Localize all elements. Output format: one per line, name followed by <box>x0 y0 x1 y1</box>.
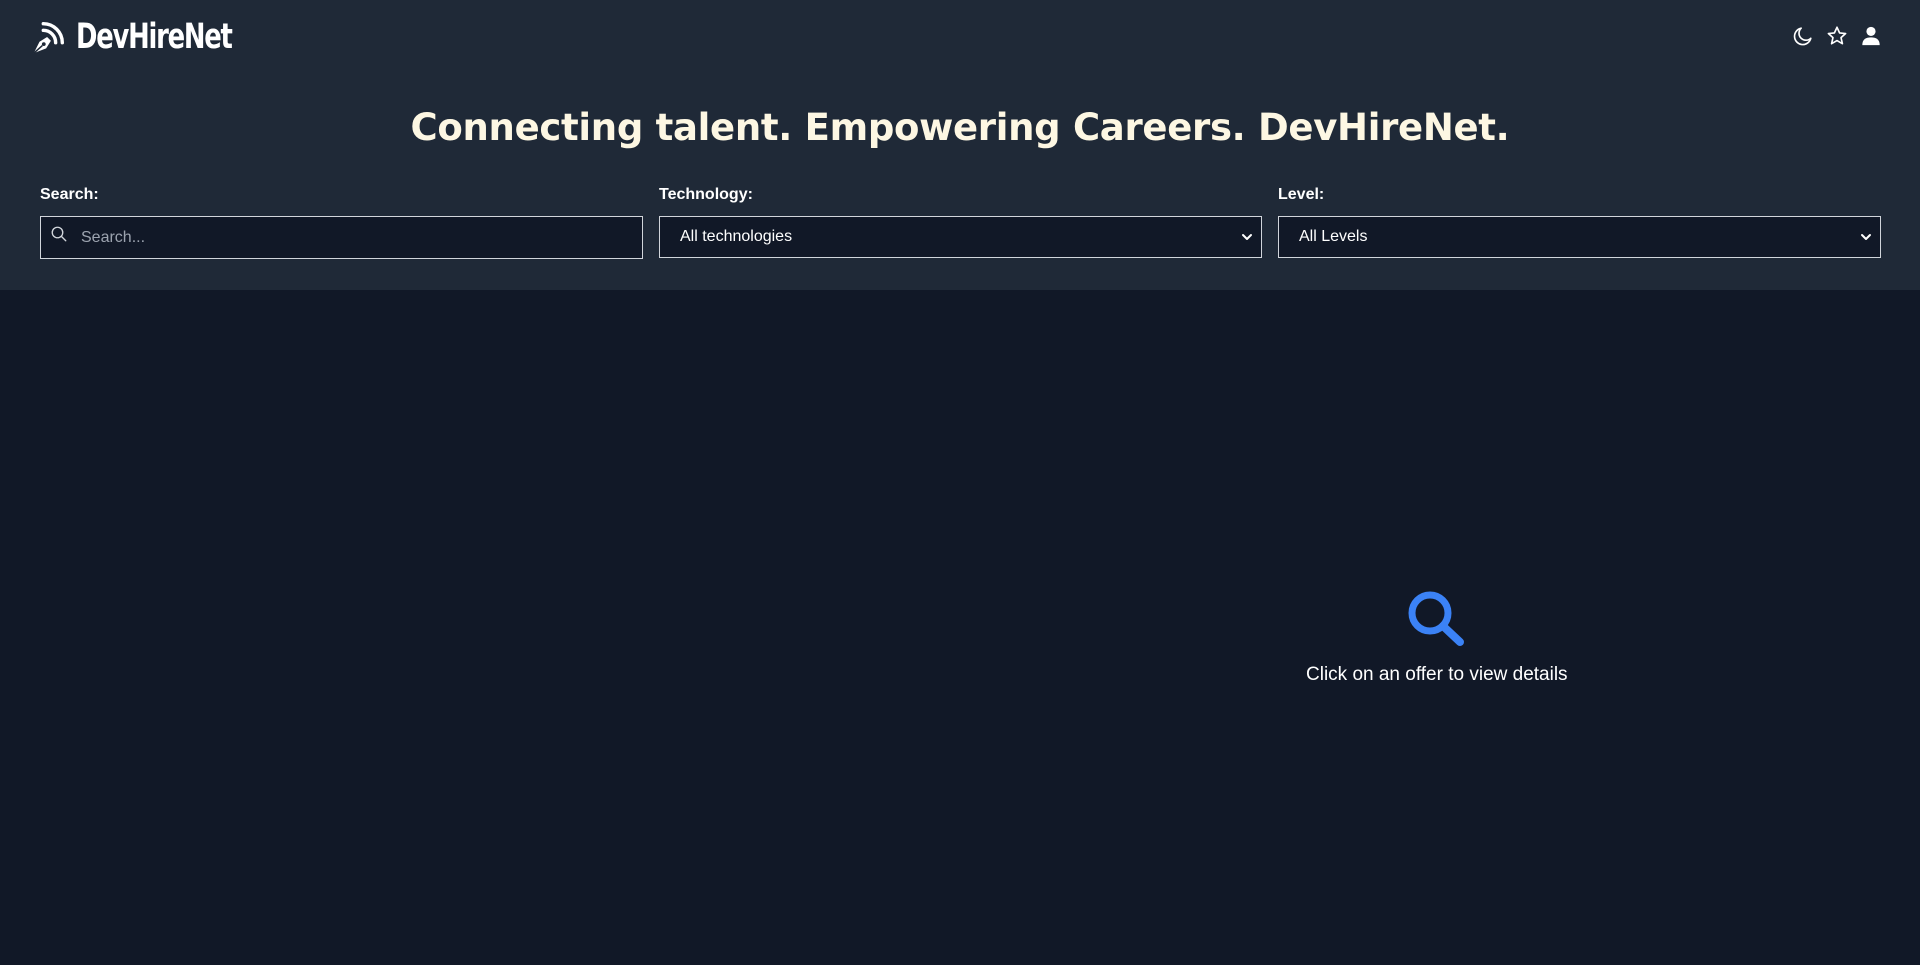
theme-toggle-button[interactable] <box>1790 22 1816 50</box>
brand-logo[interactable]: DevHireNet <box>30 14 266 60</box>
level-filter: Level: All Levels <box>1278 186 1881 259</box>
level-selected-value: All Levels <box>1299 228 1368 245</box>
magnifier-icon <box>1408 591 1464 646</box>
technology-select[interactable]: All technologies <box>659 216 1262 258</box>
search-field[interactable] <box>40 216 643 259</box>
chevron-down-icon <box>1242 234 1252 240</box>
details-hint: Click on an offer to view details <box>1306 664 1568 685</box>
fountain-pen-icon <box>33 21 65 54</box>
offer-details-placeholder: Click on an offer to view details <box>1306 588 1568 686</box>
profile-button[interactable] <box>1858 22 1884 50</box>
technology-selected-value: All technologies <box>680 228 793 245</box>
level-label: Level: <box>1278 186 1325 203</box>
star-icon <box>1827 26 1847 45</box>
technology-filter: Technology: All technologies <box>659 186 1262 259</box>
favorites-button[interactable] <box>1824 22 1850 50</box>
moon-icon <box>1793 27 1812 46</box>
brand-name: DevHireNet <box>76 17 233 57</box>
search-label: Search: <box>40 186 99 203</box>
page-header: DevHireNet Connecting talent. Empowering… <box>0 0 1920 290</box>
filter-bar: Search: Technology: All technologies Lev… <box>40 186 1881 259</box>
search-input[interactable] <box>41 217 642 258</box>
level-select[interactable]: All Levels <box>1278 216 1881 258</box>
header-actions <box>1790 22 1884 50</box>
search-filter: Search: <box>40 186 643 259</box>
technology-label: Technology: <box>659 186 753 203</box>
user-icon <box>1862 26 1880 46</box>
chevron-down-icon <box>1861 234 1871 240</box>
page-tagline: Connecting talent. Empowering Careers. D… <box>410 106 1510 149</box>
top-navbar: DevHireNet <box>0 0 1920 75</box>
